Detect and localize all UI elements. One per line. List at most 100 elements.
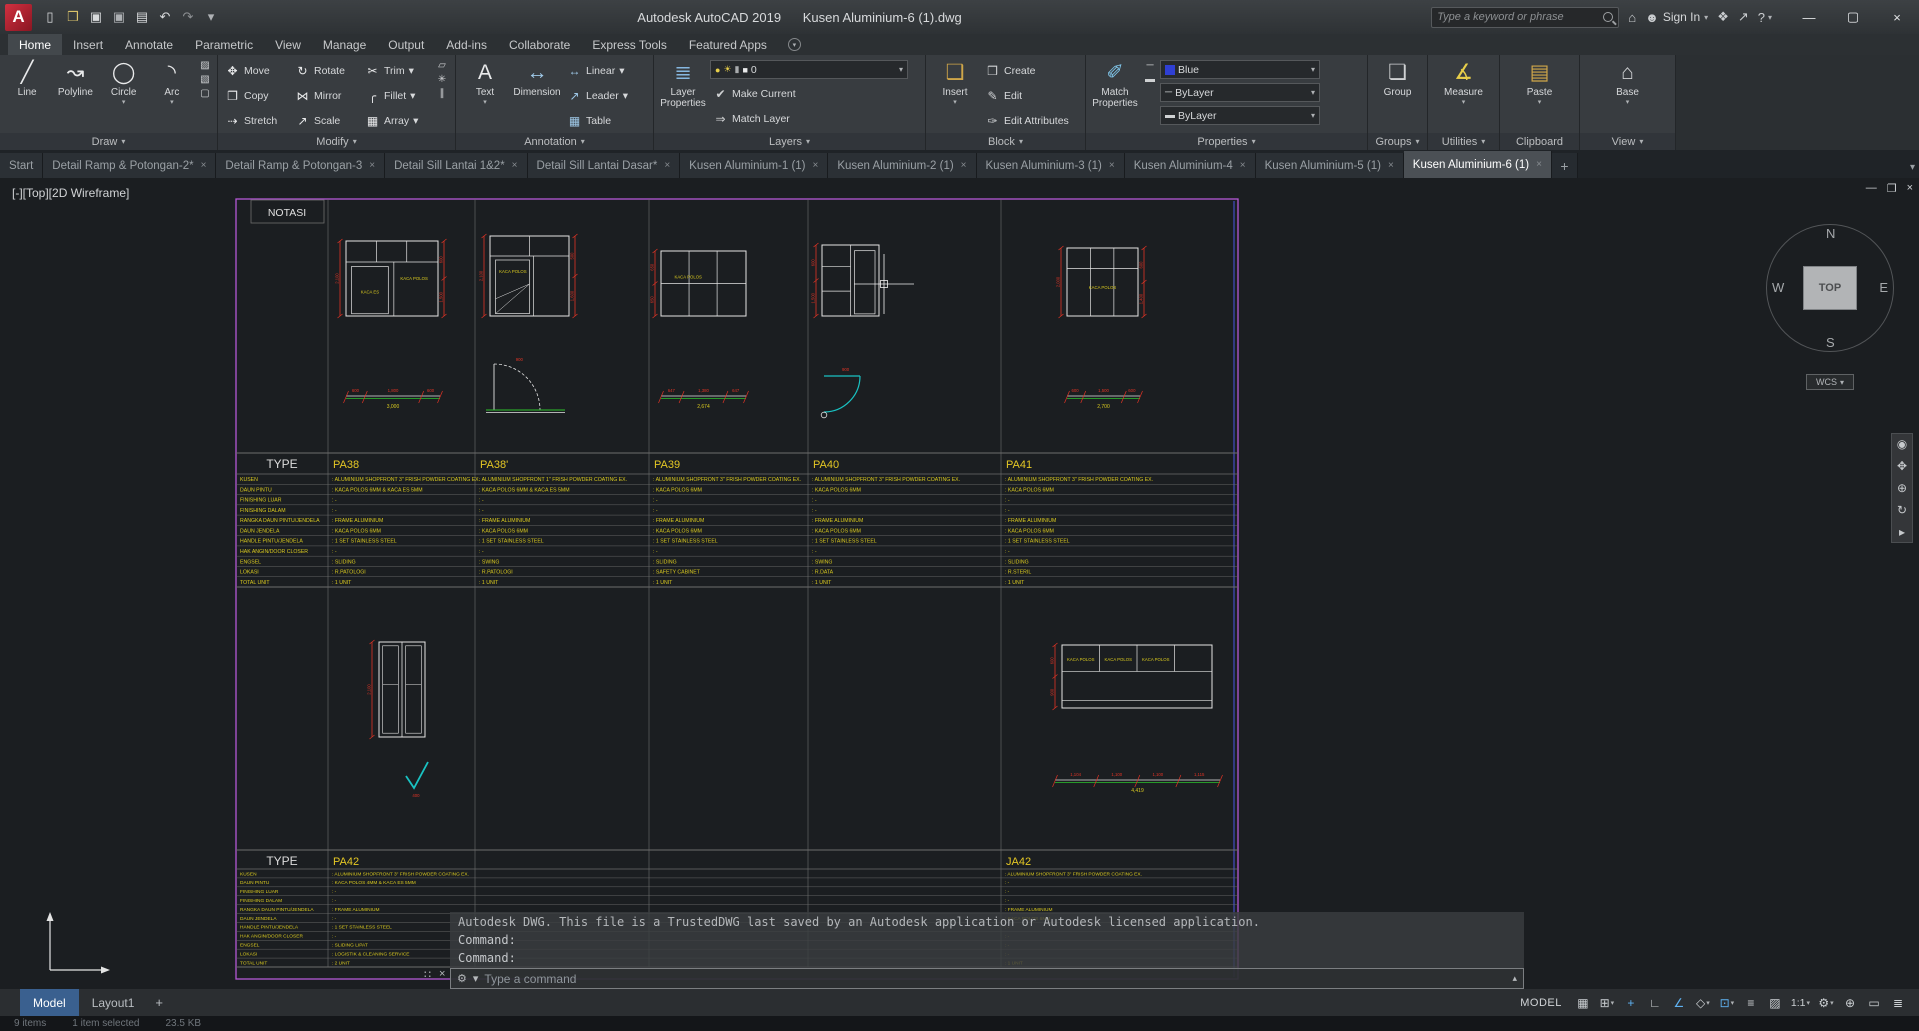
viewport-controls[interactable]: [-][Top][2D Wireframe] xyxy=(12,186,129,200)
command-input[interactable]: ⚙ ▾ Type a command ▴ xyxy=(450,968,1524,989)
new-layout-button[interactable]: + xyxy=(147,995,171,1010)
qat-dropdown-icon[interactable]: ▾ xyxy=(200,5,222,29)
ribbon-tab-home[interactable]: Home xyxy=(8,34,63,55)
close-icon[interactable]: × xyxy=(1536,159,1542,170)
close-icon[interactable]: × xyxy=(813,160,819,171)
exchange-apps-icon[interactable]: ⌂ xyxy=(1628,10,1636,25)
viewcube-south[interactable]: S xyxy=(1826,335,1835,350)
wcs-control[interactable]: WCS ▾ xyxy=(1806,374,1854,390)
dropdown-arrow-icon[interactable]: ▾ xyxy=(413,115,418,127)
offset-icon[interactable]: ∥ xyxy=(435,88,449,99)
dropdown-arrow-icon[interactable]: ▾ xyxy=(1538,99,1542,107)
annotation-scale-icon[interactable]: 1:1 ▾ xyxy=(1788,992,1813,1013)
circle-button[interactable]: ◯ Circle ▾ xyxy=(101,58,147,107)
match-layer-button[interactable]: ⇒ Match Layer xyxy=(710,106,908,131)
ribbon-tab-parametric[interactable]: Parametric xyxy=(184,34,264,55)
dropdown-arrow-icon[interactable]: ▾ xyxy=(619,65,624,77)
save-as-icon[interactable]: ▣ xyxy=(108,5,130,29)
ribbon-collapse-icon[interactable]: ▾ xyxy=(787,38,801,51)
object-snap-icon[interactable]: ⊡ ▾ xyxy=(1716,992,1738,1013)
file-tab-kusen-aluminium-4[interactable]: Kusen Aluminium-4 × xyxy=(1124,153,1256,178)
hatch-icon[interactable]: ▨ xyxy=(198,60,212,71)
fillet-button[interactable]: ╭ Fillet ▾ xyxy=(362,83,432,108)
save-icon[interactable]: ▣ xyxy=(85,5,107,29)
dropdown-arrow-icon[interactable]: ▾ xyxy=(409,65,414,77)
copy-button[interactable]: ❐ Copy xyxy=(222,83,292,108)
dynamic-input-icon[interactable]: + xyxy=(1620,992,1642,1013)
dropdown-arrow-icon[interactable]: ▾ xyxy=(953,99,957,107)
close-button[interactable]: × xyxy=(1875,0,1919,34)
chevron-down-icon[interactable]: ▾ xyxy=(899,65,903,74)
edit-attributes-button[interactable]: ✑ Edit Attributes xyxy=(982,108,1072,133)
navigation-wheel-icon[interactable]: ◉ xyxy=(1897,437,1907,451)
close-icon[interactable]: × xyxy=(512,160,518,171)
new-drawing-tab-button[interactable]: + xyxy=(1551,153,1578,178)
maximize-button[interactable]: ▢ xyxy=(1831,0,1875,34)
layout1-tab[interactable]: Layout1 xyxy=(79,989,148,1016)
ribbon-tab-collaborate[interactable]: Collaborate xyxy=(498,34,581,55)
close-icon[interactable]: × xyxy=(664,160,670,171)
boundary-icon[interactable]: ▢ xyxy=(198,88,212,99)
panel-title-draw[interactable]: Draw ▾ xyxy=(0,133,217,150)
snap-mode-icon[interactable]: ⊞ ▾ xyxy=(1596,992,1618,1013)
dropdown-arrow-icon[interactable]: ▾ xyxy=(410,90,415,102)
table-button[interactable]: ▦ Table xyxy=(564,108,631,133)
close-icon[interactable]: × xyxy=(961,160,967,171)
panel-title-clipboard[interactable]: Clipboard xyxy=(1500,133,1579,150)
gradient-icon[interactable]: ▧ xyxy=(198,74,212,85)
viewcube-top-face[interactable]: TOP xyxy=(1803,266,1857,310)
dropdown-arrow-icon[interactable]: ▾ xyxy=(483,99,487,107)
ribbon-tab-annotate[interactable]: Annotate xyxy=(114,34,184,55)
command-history-toggle-icon[interactable]: ▴ xyxy=(1512,973,1517,984)
make-current-button[interactable]: ✔ Make Current xyxy=(710,81,908,106)
pan-icon[interactable]: ✥ xyxy=(1897,459,1907,473)
plot-icon[interactable]: ▤ xyxy=(131,5,153,29)
help-button[interactable]: ? ▾ xyxy=(1758,10,1772,25)
explode-icon[interactable]: ✳ xyxy=(435,74,449,85)
doc-minimize-button[interactable]: — xyxy=(1866,182,1877,195)
dropdown-arrow-icon[interactable]: ▾ xyxy=(170,99,174,107)
viewcube-west[interactable]: W xyxy=(1772,280,1784,295)
panel-title-modify[interactable]: Modify ▾ xyxy=(218,133,455,150)
viewcube-east[interactable]: E xyxy=(1879,280,1888,295)
file-tab-kusen-aluminium-2-1[interactable]: Kusen Aluminium-2 (1) × xyxy=(828,153,977,178)
arc-button[interactable]: ◝ Arc ▾ xyxy=(149,58,195,107)
ribbon-tab-express-tools[interactable]: Express Tools xyxy=(581,34,677,55)
array-button[interactable]: ▦ Array ▾ xyxy=(362,108,432,133)
measure-button[interactable]: ∡ Measure ▾ xyxy=(1439,58,1489,107)
file-tab-detail-ramp-potongan-2[interactable]: Detail Ramp & Potongan-2* × xyxy=(43,153,217,178)
workspace-switching-icon[interactable]: ⚙ ▾ xyxy=(1815,992,1837,1013)
leader-button[interactable]: ↗ Leader ▾ xyxy=(564,83,631,108)
panel-title-layers[interactable]: Layers ▾ xyxy=(654,133,925,150)
base-button[interactable]: ⌂ Base ▾ xyxy=(1603,58,1653,107)
scale-button[interactable]: ↗ Scale xyxy=(292,108,362,133)
model-tab[interactable]: Model xyxy=(20,989,79,1016)
annotation-monitor-icon[interactable]: ⊕ xyxy=(1839,992,1861,1013)
panel-title-properties[interactable]: Properties ▾ xyxy=(1086,133,1367,150)
ribbon-tab-view[interactable]: View xyxy=(264,34,312,55)
polyline-button[interactable]: ↝ Polyline xyxy=(52,58,98,98)
layer-properties-button[interactable]: ≣ Layer Properties xyxy=(658,58,708,109)
ribbon-tab-insert[interactable]: Insert xyxy=(62,34,114,55)
zoom-icon[interactable]: ⊕ xyxy=(1897,481,1907,495)
orbit-icon[interactable]: ↻ xyxy=(1897,503,1907,517)
customization-icon[interactable]: ≣ xyxy=(1887,992,1909,1013)
ribbon-tab-output[interactable]: Output xyxy=(377,34,435,55)
panel-title-block[interactable]: Block ▾ xyxy=(926,133,1085,150)
insert-button[interactable]: ❑ Insert ▾ xyxy=(930,58,980,107)
lineweight-combo[interactable]: ▬ ByLayer ▾ xyxy=(1160,106,1320,125)
ribbon-tab-featured-apps[interactable]: Featured Apps xyxy=(678,34,778,55)
chevron-down-icon[interactable]: ▾ xyxy=(1311,111,1315,120)
group-button[interactable]: ❏ Group xyxy=(1373,58,1423,98)
stretch-button[interactable]: ⇢ Stretch xyxy=(222,108,292,133)
dimension-button[interactable]: ↔ Dimension xyxy=(512,58,562,98)
file-tab-detail-sill-lantai-dasar[interactable]: Detail Sill Lantai Dasar* × xyxy=(527,153,681,178)
units-icon[interactable]: ▭ xyxy=(1863,992,1885,1013)
line-button[interactable]: ╱ Line xyxy=(4,58,50,98)
chevron-down-icon[interactable]: ▾ xyxy=(1311,65,1315,74)
search-box[interactable]: Type a keyword or phrase xyxy=(1431,6,1620,28)
color-combo[interactable]: Blue ▾ xyxy=(1160,60,1320,79)
linetype-icon[interactable]: ─ xyxy=(1143,60,1157,71)
file-tab-kusen-aluminium-3-1[interactable]: Kusen Aluminium-3 (1) × xyxy=(976,153,1125,178)
text-button[interactable]: A Text ▾ xyxy=(460,58,510,107)
